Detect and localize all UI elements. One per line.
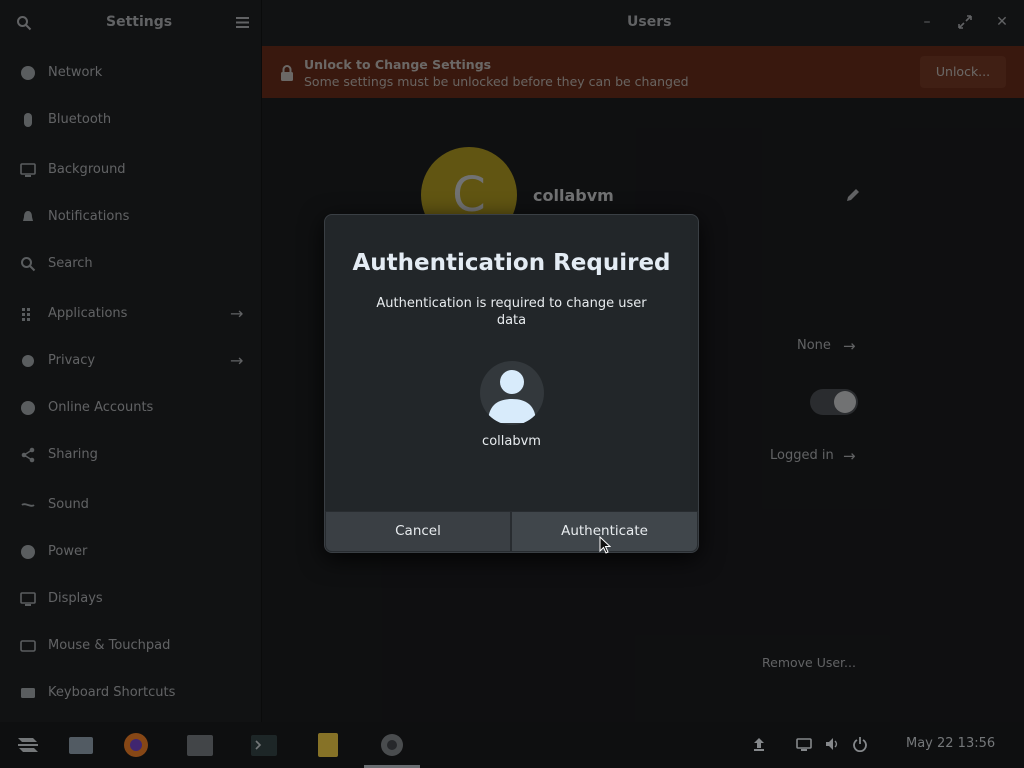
bluetooth-icon — [24, 113, 32, 127]
sidebar-item-label: Mouse & Touchpad — [48, 638, 171, 653]
zorin-menu-icon[interactable] — [13, 730, 43, 760]
minimize-button[interactable]: – — [918, 13, 936, 31]
dialog-message: Authentication is required to change use… — [376, 296, 647, 328]
sidebar-item-label: Privacy — [48, 353, 96, 368]
notifications-icon — [23, 211, 33, 221]
dialog-username: collabvm — [482, 434, 541, 449]
online-accounts-icon — [21, 401, 35, 415]
firefox-icon[interactable] — [121, 730, 151, 760]
dialog-button-row: Cancel Authenticate — [325, 511, 698, 552]
password-value: None — [797, 338, 831, 353]
keyboard-icon — [21, 688, 35, 698]
files-icon[interactable] — [66, 730, 96, 760]
sidebar-item-search[interactable]: Search — [0, 244, 262, 284]
lock-icon — [281, 65, 293, 81]
privacy-icon — [22, 355, 34, 367]
sidebar-item-background[interactable]: Background — [0, 150, 262, 190]
sidebar-item-label: Background — [48, 162, 126, 177]
file-manager-icon[interactable] — [185, 730, 215, 760]
sidebar-item-sound[interactable]: Sound — [0, 485, 262, 525]
arrow-right-icon: → — [843, 337, 856, 355]
cancel-button[interactable]: Cancel — [325, 511, 511, 552]
sidebar-item-notifications[interactable]: Notifications — [0, 197, 262, 237]
sidebar-item-displays[interactable]: Displays — [0, 579, 262, 619]
sidebar-item-mouse-touchpad[interactable]: Mouse & Touchpad — [0, 626, 262, 666]
unlock-infobar: Unlock to Change Settings Some settings … — [262, 46, 1024, 98]
volume-icon[interactable] — [824, 736, 840, 752]
close-button[interactable]: ✕ — [993, 13, 1011, 31]
sidebar-item-privacy[interactable]: Privacy → — [0, 341, 262, 381]
person-icon — [488, 370, 536, 423]
power-icon[interactable] — [852, 736, 868, 752]
authentication-dialog: Authentication Required Authentication i… — [324, 214, 699, 553]
sidebar-item-label: Online Accounts — [48, 400, 154, 415]
arrow-right-icon: → — [230, 304, 244, 323]
search-icon — [21, 257, 36, 272]
sidebar-item-label: Power — [48, 544, 88, 559]
arrow-right-icon: → — [843, 447, 856, 465]
sidebar-item-label: Keyboard Shortcuts — [48, 685, 176, 700]
user-name: collabvm — [533, 186, 614, 205]
sidebar-item-applications[interactable]: Applications → — [0, 294, 262, 334]
sidebar-item-label: Network — [48, 65, 103, 80]
toggle-knob — [834, 391, 856, 413]
edit-icon[interactable] — [845, 187, 861, 203]
power-icon — [21, 545, 35, 559]
desktop: Settings Users – ✕ Network Bluetooth Bac… — [0, 0, 1024, 768]
display-icon[interactable] — [796, 736, 812, 752]
network-icon — [21, 66, 35, 80]
sidebar-item-label: Bluetooth — [48, 112, 112, 127]
auto-login-toggle[interactable] — [810, 389, 858, 415]
remove-user-button[interactable]: Remove User... — [762, 655, 856, 670]
sidebar-item-power[interactable]: Power — [0, 532, 262, 572]
sidebar-item-label: Search — [48, 256, 93, 271]
infobar-title: Unlock to Change Settings — [304, 57, 492, 72]
taskbar: May 22 13:56 — [0, 722, 1024, 768]
mouse-cursor-icon — [599, 536, 611, 554]
sidebar-item-label: Sharing — [48, 447, 98, 462]
sidebar-header: Settings — [0, 0, 262, 46]
sidebar-item-network[interactable]: Network — [0, 53, 262, 93]
search-icon[interactable] — [16, 15, 32, 31]
account-activity-value: Logged in — [770, 448, 834, 463]
arrow-right-icon: → — [230, 351, 244, 370]
displays-icon — [20, 592, 36, 606]
sharing-icon — [21, 447, 35, 463]
dialog-title: Authentication Required — [352, 250, 671, 276]
unlock-button[interactable]: Unlock... — [920, 56, 1006, 88]
sidebar-item-label: Displays — [48, 591, 103, 606]
applications-icon — [22, 308, 30, 321]
infobar-subtitle: Some settings must be unlocked before th… — [304, 74, 689, 89]
notes-icon[interactable] — [313, 730, 343, 760]
sidebar: Network Bluetooth Background Notificatio… — [0, 46, 262, 722]
page-title: Users — [627, 14, 672, 30]
user-avatar-icon — [480, 361, 544, 425]
sound-icon — [21, 503, 35, 507]
settings-icon[interactable] — [377, 730, 407, 760]
maximize-button[interactable] — [956, 13, 974, 31]
sidebar-item-online-accounts[interactable]: Online Accounts — [0, 388, 262, 428]
background-icon — [20, 163, 36, 177]
main-header: Users – ✕ — [262, 0, 1024, 46]
mouse-icon — [20, 640, 36, 652]
sidebar-item-sharing[interactable]: Sharing — [0, 435, 262, 475]
sidebar-item-label: Sound — [48, 497, 89, 512]
sidebar-title: Settings — [106, 14, 173, 30]
clock[interactable]: May 22 13:56 — [906, 736, 995, 751]
sidebar-item-bluetooth[interactable]: Bluetooth — [0, 100, 262, 140]
sidebar-item-label: Applications — [48, 306, 128, 321]
sidebar-item-label: Notifications — [48, 209, 130, 224]
terminal-icon[interactable] — [249, 730, 279, 760]
hamburger-menu-icon[interactable] — [236, 16, 249, 29]
upload-icon[interactable] — [751, 736, 767, 752]
sidebar-item-keyboard-shortcuts[interactable]: Keyboard Shortcuts — [0, 673, 262, 713]
